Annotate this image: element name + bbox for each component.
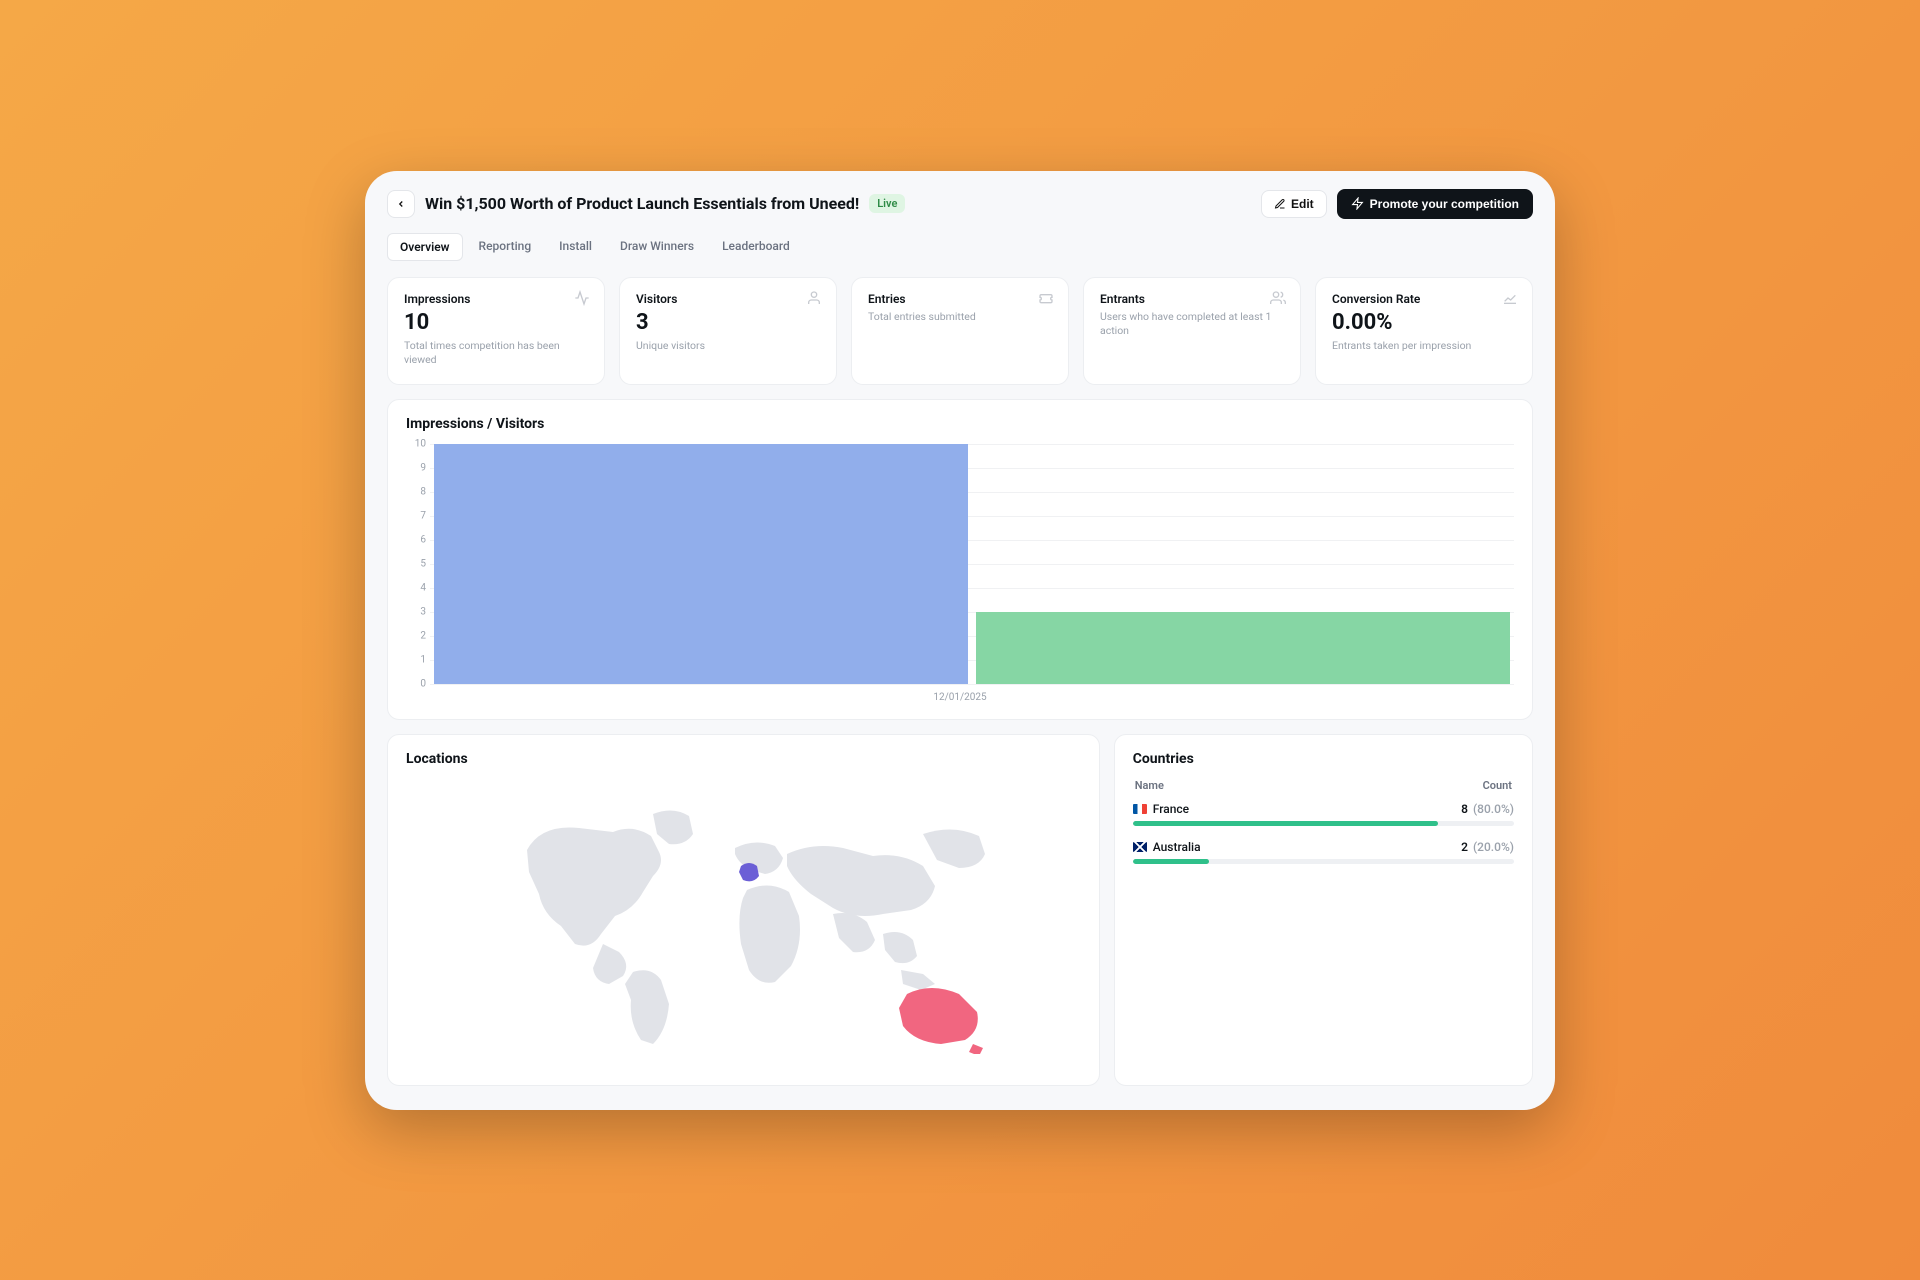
progress-track (1133, 859, 1514, 864)
locations-title: Locations (406, 751, 1081, 767)
chart-x-label: 12/01/2025 (406, 692, 1514, 703)
edit-button[interactable]: Edit (1261, 190, 1327, 218)
card-value: 3 (636, 310, 820, 335)
tabs: Overview Reporting Install Draw Winners … (387, 233, 1533, 261)
lightning-icon (1351, 197, 1364, 210)
page-title: Win $1,500 Worth of Product Launch Essen… (425, 194, 859, 213)
tab-draw-winners[interactable]: Draw Winners (608, 233, 706, 261)
card-conversion: Conversion Rate 0.00% Entrants taken per… (1315, 277, 1533, 385)
card-sub: Total times competition has been viewed (404, 339, 588, 367)
chart-icon (1502, 290, 1518, 306)
tab-overview[interactable]: Overview (387, 233, 463, 261)
flag-icon (1133, 842, 1147, 852)
card-sub: Total entries submitted (868, 310, 1052, 324)
card-impressions: Impressions 10 Total times competition h… (387, 277, 605, 385)
ticket-icon (1038, 290, 1054, 306)
y-tick: 7 (410, 510, 426, 521)
status-badge: Live (869, 194, 905, 213)
country-count: 2 (20.0%) (1461, 840, 1514, 854)
y-tick: 9 (410, 462, 426, 473)
pencil-icon (1274, 198, 1286, 210)
country-count: 8 (80.0%) (1461, 802, 1514, 816)
y-tick: 8 (410, 486, 426, 497)
countries-header: Name Count (1133, 779, 1514, 792)
col-name: Name (1135, 779, 1164, 792)
bar-visitors (976, 612, 1510, 684)
chart-panel: Impressions / Visitors 0 1 2 3 4 5 6 7 8 9 10 12/0… (387, 399, 1533, 720)
card-title: Entrants (1100, 292, 1284, 306)
card-entries: Entries Total entries submitted (851, 277, 1069, 385)
card-sub: Users who have completed at least 1 acti… (1100, 310, 1284, 338)
card-title: Visitors (636, 292, 820, 306)
card-value: 0.00% (1332, 310, 1516, 335)
y-tick: 3 (410, 606, 426, 617)
y-tick: 1 (410, 654, 426, 665)
card-sub: Unique visitors (636, 339, 820, 353)
bar-chart: 012345678910 12/01/2025 (406, 444, 1514, 703)
countries-panel: Countries Name Count France 8 (80.0%) Aust… (1114, 734, 1533, 1086)
y-tick: 2 (410, 630, 426, 641)
chevron-left-icon (396, 199, 406, 209)
country-name: France (1133, 802, 1189, 816)
countries-title: Countries (1133, 751, 1514, 767)
user-icon (806, 290, 822, 306)
progress-fill (1133, 821, 1438, 826)
chart-title: Impressions / Visitors (406, 416, 1514, 432)
back-button[interactable] (387, 190, 415, 218)
card-entrants: Entrants Users who have completed at lea… (1083, 277, 1301, 385)
pulse-icon (574, 290, 590, 306)
dashboard-window: Win $1,500 Worth of Product Launch Essen… (365, 171, 1555, 1110)
bottom-row: Locations (387, 734, 1533, 1086)
card-title: Impressions (404, 292, 588, 306)
card-title: Entries (868, 292, 1052, 306)
country-row: France 8 (80.0%) (1133, 802, 1514, 826)
tab-reporting[interactable]: Reporting (467, 233, 544, 261)
header: Win $1,500 Worth of Product Launch Essen… (387, 189, 1533, 219)
col-count: Count (1483, 779, 1512, 792)
promote-label: Promote your competition (1370, 197, 1519, 211)
edit-label: Edit (1291, 197, 1314, 211)
tab-install[interactable]: Install (547, 233, 604, 261)
progress-track (1133, 821, 1514, 826)
flag-icon (1133, 804, 1147, 814)
y-tick: 6 (410, 534, 426, 545)
locations-panel: Locations (387, 734, 1100, 1086)
users-icon (1270, 290, 1286, 306)
card-visitors: Visitors 3 Unique visitors (619, 277, 837, 385)
stat-cards: Impressions 10 Total times competition h… (387, 277, 1533, 385)
progress-fill (1133, 859, 1209, 864)
country-row: Australia 2 (20.0%) (1133, 840, 1514, 864)
card-sub: Entrants taken per impression (1332, 339, 1516, 353)
y-tick: 5 (410, 558, 426, 569)
card-title: Conversion Rate (1332, 292, 1516, 306)
card-value: 10 (404, 310, 588, 335)
world-map (406, 779, 1081, 1069)
y-tick: 10 (410, 438, 426, 449)
y-tick: 0 (410, 678, 426, 689)
promote-button[interactable]: Promote your competition (1337, 189, 1533, 219)
bar-impressions (434, 444, 968, 684)
y-tick: 4 (410, 582, 426, 593)
country-name: Australia (1133, 840, 1201, 854)
tab-leaderboard[interactable]: Leaderboard (710, 233, 802, 261)
